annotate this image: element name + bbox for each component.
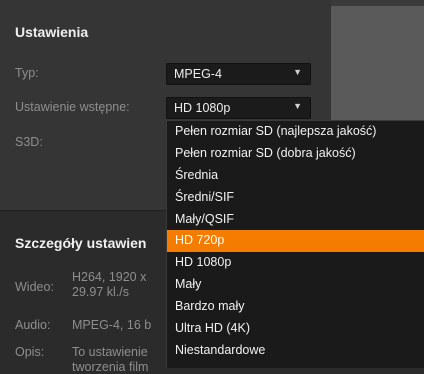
preset-menu-item[interactable]: Mały/QSIF xyxy=(167,209,424,231)
description-label: Opis: xyxy=(15,345,45,359)
s3d-label: S3D: xyxy=(15,135,43,149)
preset-menu-item[interactable]: Mały xyxy=(167,274,424,296)
preset-dropdown[interactable]: HD 1080p ▼ xyxy=(166,97,311,119)
description-line1: To ustawienie xyxy=(72,345,148,359)
preset-menu-item[interactable]: HD 720p xyxy=(167,230,424,253)
description-line2: tworzenia film xyxy=(72,360,149,374)
audio-label: Audio: xyxy=(15,318,51,332)
preset-menu-item[interactable]: Średnia xyxy=(167,165,424,187)
type-label: Typ: xyxy=(15,66,39,80)
video-value-line1: H264, 1920 x xyxy=(72,270,147,284)
preset-dropdown-value: HD 1080p xyxy=(174,101,231,115)
settings-title: Ustawienia xyxy=(15,24,89,40)
preset-menu-item[interactable]: Ultra HD (4K) xyxy=(167,318,424,340)
type-dropdown[interactable]: MPEG-4 ▼ xyxy=(166,63,311,85)
preset-menu-item[interactable]: Pełen rozmiar SD (najlepsza jakość) xyxy=(167,121,424,143)
chevron-down-icon: ▼ xyxy=(293,101,302,111)
preset-menu-item[interactable]: Pełen rozmiar SD (dobra jakość) xyxy=(167,143,424,165)
preview-strip xyxy=(331,0,424,6)
preset-menu-item[interactable]: Niestandardowe xyxy=(167,340,424,362)
audio-value: MPEG-4, 16 b xyxy=(72,318,152,332)
details-title: Szczegóły ustawien xyxy=(15,235,147,251)
chevron-down-icon: ▼ xyxy=(293,67,302,77)
preset-menu-item[interactable]: HD 1080p xyxy=(167,252,424,274)
preset-menu: Pełen rozmiar SD (najlepsza jakość) Pełen… xyxy=(166,120,424,368)
preset-menu-item[interactable]: Bardzo mały xyxy=(167,296,424,318)
video-value-line2: 29.97 kl./s xyxy=(72,285,129,299)
preset-label: Ustawienie wstępne: xyxy=(15,100,130,114)
type-dropdown-value: MPEG-4 xyxy=(174,67,222,81)
preset-menu-item[interactable]: Średni/SIF xyxy=(167,187,424,209)
video-label: Wideo: xyxy=(15,280,54,294)
